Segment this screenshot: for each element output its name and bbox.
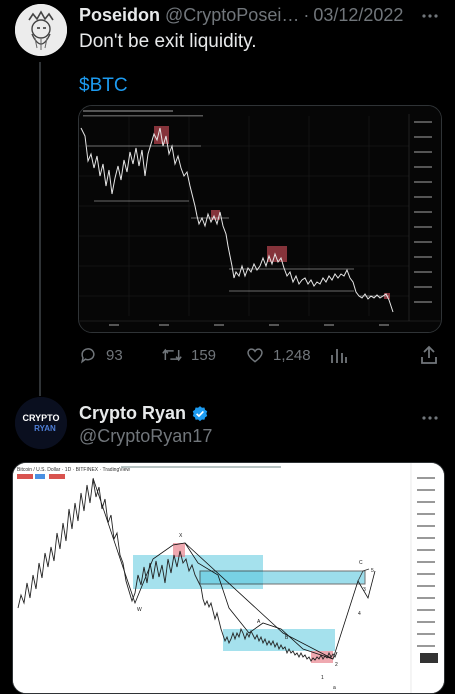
chart-header-text: Bitcoin / U.S. Dollar · 1D · BITFINEX · … bbox=[17, 467, 130, 473]
avatar-text-top: CRYPTO bbox=[22, 413, 59, 423]
svg-text:C: C bbox=[359, 560, 363, 566]
retweet-button[interactable]: 159 bbox=[161, 345, 216, 365]
svg-text:5: 5 bbox=[371, 568, 374, 574]
tweet1-handle[interactable]: @CryptoPosei… bbox=[165, 5, 299, 26]
svg-text:4: 4 bbox=[358, 611, 361, 617]
tweet1-display-name[interactable]: Poseidon bbox=[79, 5, 160, 26]
like-count: 1,248 bbox=[273, 346, 311, 364]
tweet1-chart-image[interactable] bbox=[78, 105, 442, 333]
analytics-button[interactable] bbox=[330, 345, 356, 365]
reply-icon bbox=[80, 348, 95, 364]
avatar-text-bottom: RYAN bbox=[34, 424, 56, 433]
tweet2-chart-image[interactable]: Bitcoin / U.S. Dollar · 1D · BITFINEX · … bbox=[12, 462, 445, 694]
crypto-ryan-avatar[interactable]: CRYPTO RYAN bbox=[15, 397, 67, 449]
tweet1-more-icon[interactable] bbox=[422, 6, 438, 24]
share-icon bbox=[421, 345, 437, 364]
retweet-icon bbox=[162, 348, 182, 362]
svg-text:1: 1 bbox=[321, 675, 324, 681]
btc-dark-chart bbox=[79, 106, 441, 332]
tweet1-date[interactable]: 03/12/2022 bbox=[313, 5, 403, 26]
reply-count: 93 bbox=[106, 346, 123, 364]
tweet1-text: Don't be exit liquidity. bbox=[79, 31, 257, 52]
heart-icon bbox=[247, 348, 263, 363]
share-button[interactable] bbox=[420, 345, 446, 365]
tweet1-header: Poseidon @CryptoPosei… · 03/12/2022 bbox=[79, 5, 403, 26]
like-button[interactable]: 1,248 bbox=[245, 345, 311, 365]
tweet2-name-row: Crypto Ryan bbox=[79, 403, 209, 424]
analytics-icon bbox=[331, 349, 347, 363]
tweet2-display-name[interactable]: Crypto Ryan bbox=[79, 403, 186, 424]
retweet-count: 159 bbox=[191, 346, 217, 364]
svg-text:a: a bbox=[333, 685, 336, 691]
tweet1-separator: · bbox=[303, 5, 310, 25]
tweet1-cashtag[interactable]: $BTC bbox=[79, 75, 128, 97]
reply-button[interactable]: 93 bbox=[78, 345, 123, 365]
poseidon-avatar[interactable] bbox=[15, 4, 67, 56]
svg-text:W: W bbox=[137, 607, 142, 613]
verified-badge-icon bbox=[192, 405, 208, 421]
thread-connector-line bbox=[39, 62, 41, 396]
svg-text:3: 3 bbox=[363, 587, 366, 593]
svg-text:2: 2 bbox=[335, 662, 338, 668]
tweet2-more-icon[interactable] bbox=[422, 408, 438, 426]
btc-annotated-chart: Bitcoin / U.S. Dollar · 1D · BITFINEX · … bbox=[13, 463, 444, 693]
tweet2-handle[interactable]: @CryptoRyan17 bbox=[79, 426, 212, 447]
